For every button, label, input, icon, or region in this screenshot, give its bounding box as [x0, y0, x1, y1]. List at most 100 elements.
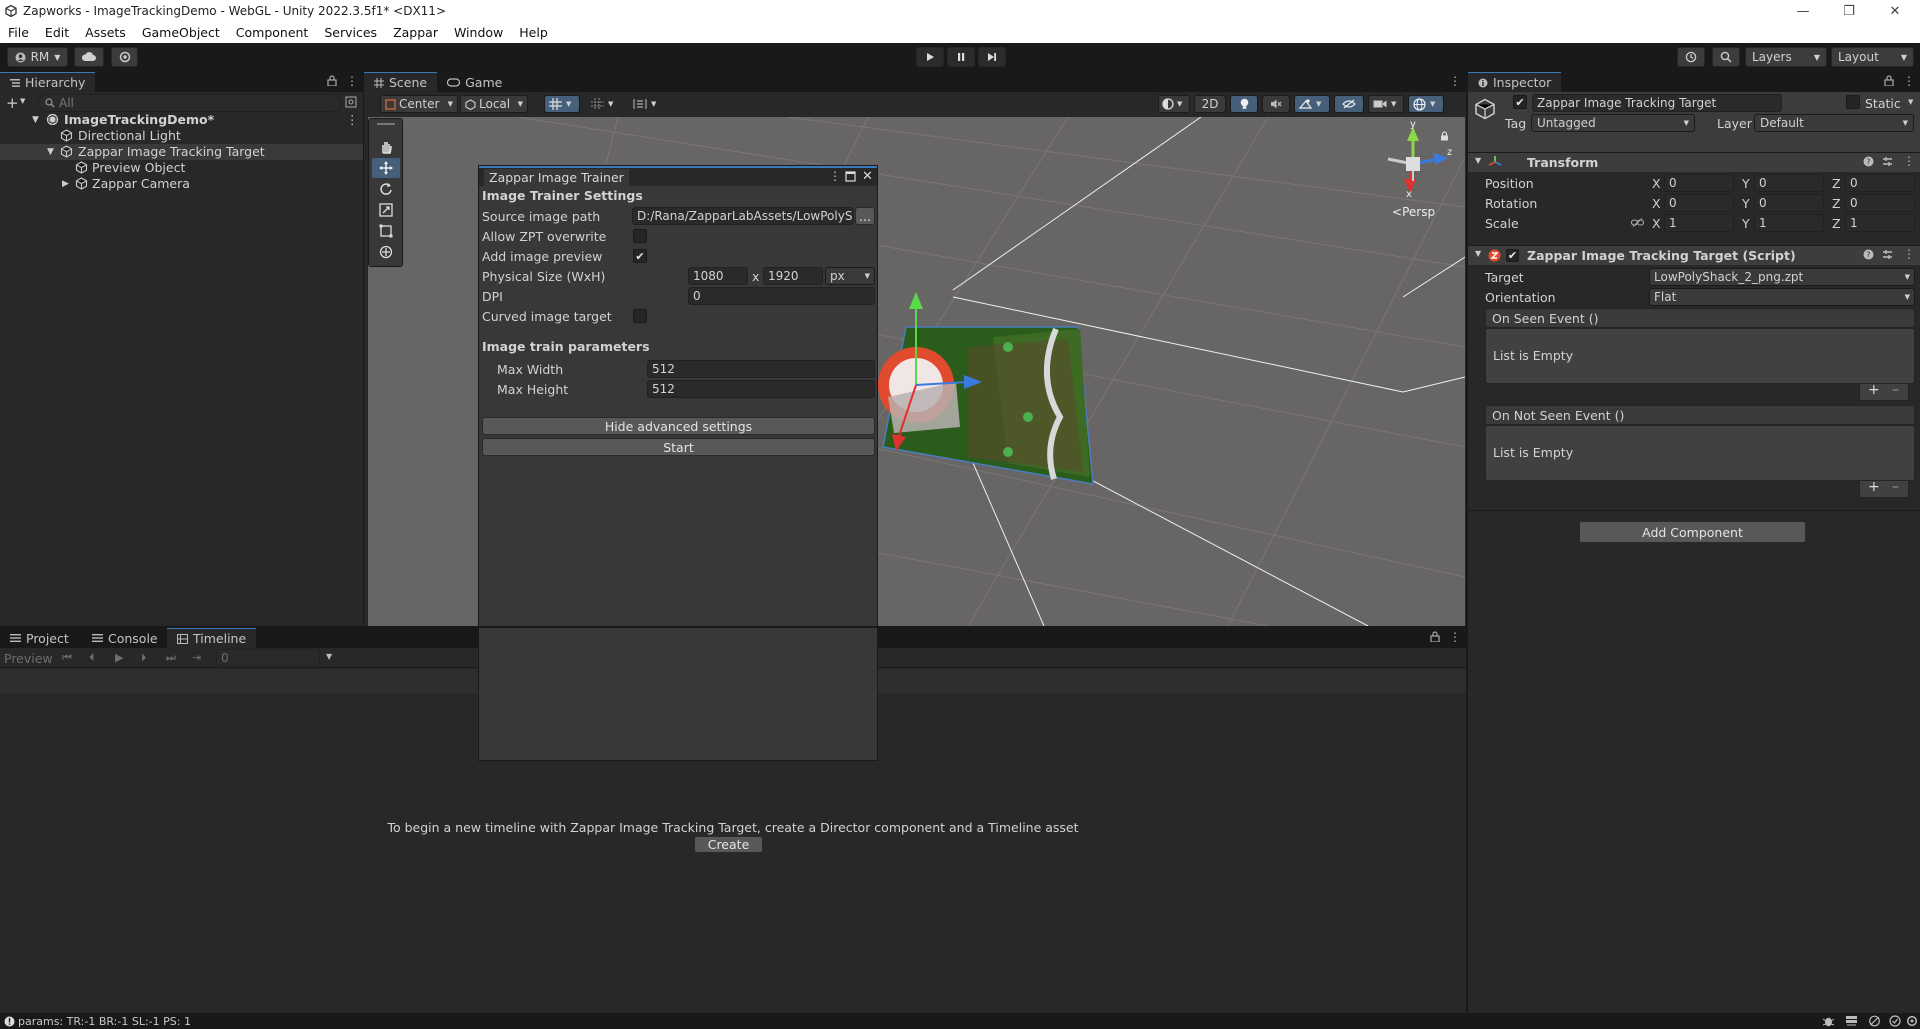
- tag-dropdown[interactable]: Untagged ▼: [1531, 114, 1695, 132]
- mode-2d-button[interactable]: 2D: [1194, 95, 1226, 113]
- panel-menu-icon[interactable]: ⋮: [1449, 630, 1461, 644]
- hierarchy-item-preview-object[interactable]: Preview Object: [0, 160, 363, 176]
- scale-tool-button[interactable]: [372, 200, 400, 220]
- align-button[interactable]: ▼: [628, 95, 666, 113]
- dpi-input[interactable]: 0: [688, 287, 875, 305]
- maximize-button[interactable]: ❐: [1826, 0, 1872, 22]
- frame-input[interactable]: 0: [216, 649, 320, 666]
- rotation-y-input[interactable]: 0: [1754, 194, 1824, 212]
- hand-tool-button[interactable]: [372, 137, 400, 157]
- position-x-input[interactable]: 0: [1664, 174, 1734, 192]
- minimize-button[interactable]: —: [1780, 0, 1826, 22]
- curved-target-checkbox[interactable]: [633, 309, 647, 323]
- rect-tool-button[interactable]: [372, 221, 400, 241]
- gizmos-button[interactable]: ▼: [1408, 95, 1444, 113]
- preset-icon[interactable]: [1882, 156, 1893, 167]
- play-icon[interactable]: ▶: [115, 651, 123, 664]
- add-listener-button[interactable]: +: [1868, 479, 1880, 495]
- next-frame-icon[interactable]: ⏵: [141, 651, 147, 665]
- height-input[interactable]: 1920: [763, 267, 823, 285]
- layer-dropdown[interactable]: Default ▼: [1754, 114, 1914, 132]
- add-listener-button[interactable]: +: [1868, 382, 1880, 398]
- chevron-down-icon[interactable]: ▼: [1475, 156, 1481, 165]
- visibility-toggle[interactable]: [1334, 95, 1364, 113]
- max-height-input[interactable]: 512: [647, 380, 875, 398]
- chevron-down-icon[interactable]: ▼: [1908, 98, 1913, 106]
- increment-snap-button[interactable]: ▼: [586, 95, 622, 113]
- range-icon[interactable]: ⇥: [192, 651, 201, 664]
- divider[interactable]: [1466, 72, 1468, 1013]
- trainer-titlebar[interactable]: Zappar Image Trainer ⋮ ✕: [479, 166, 877, 187]
- orientation-dropdown[interactable]: Flat ▼: [1649, 288, 1915, 306]
- menu-gameobject[interactable]: GameObject: [134, 25, 228, 40]
- max-width-input[interactable]: 512: [647, 360, 875, 378]
- lock-icon[interactable]: [1440, 131, 1449, 141]
- scale-x-input[interactable]: 1: [1664, 214, 1734, 232]
- lock-icon[interactable]: [1884, 75, 1894, 86]
- static-checkbox[interactable]: [1846, 95, 1860, 109]
- scale-z-input[interactable]: 1: [1845, 214, 1915, 232]
- hierarchy-item-image-tracking-target[interactable]: ▼ Zappar Image Tracking Target: [0, 144, 363, 160]
- hierarchy-item-directional-light[interactable]: Directional Light: [0, 128, 363, 144]
- target-dropdown[interactable]: LowPolyShack_2_png.zpt ▼: [1649, 268, 1915, 286]
- transform-header[interactable]: ▼ Transform ? ⋮: [1468, 152, 1920, 172]
- preset-icon[interactable]: [1882, 249, 1893, 260]
- last-frame-icon[interactable]: ⏭: [166, 651, 176, 665]
- play-button[interactable]: [916, 47, 944, 67]
- tab-timeline[interactable]: Timeline: [167, 628, 257, 648]
- search-button[interactable]: [1712, 47, 1740, 67]
- add-icon[interactable]: +: [6, 94, 19, 112]
- preview-toggle[interactable]: Preview: [4, 651, 53, 666]
- effects-toggle[interactable]: ▼: [1294, 95, 1330, 113]
- position-y-input[interactable]: 0: [1754, 174, 1824, 192]
- tab-scene[interactable]: Scene: [364, 72, 438, 92]
- position-z-input[interactable]: 0: [1845, 174, 1915, 192]
- network-icon[interactable]: [1845, 1015, 1858, 1027]
- component-menu-icon[interactable]: ⋮: [1903, 247, 1915, 261]
- window-menu-icon[interactable]: ⋮: [829, 169, 841, 183]
- start-button[interactable]: Start: [482, 438, 875, 456]
- divider[interactable]: [0, 626, 1466, 628]
- menu-file[interactable]: File: [0, 25, 37, 40]
- status-message[interactable]: params: TR:-1 BR:-1 SL:-1 PS: 1: [18, 1015, 191, 1028]
- rotation-z-input[interactable]: 0: [1845, 194, 1915, 212]
- lock-icon[interactable]: [327, 75, 337, 86]
- object-name-input[interactable]: Zappar Image Tracking Target: [1532, 94, 1782, 112]
- drag-handle[interactable]: [377, 123, 395, 125]
- add-component-button[interactable]: Add Component: [1579, 521, 1806, 543]
- help-icon[interactable]: ?: [1863, 156, 1874, 167]
- constrain-proportions-icon[interactable]: [1631, 218, 1644, 227]
- maximize-icon[interactable]: [845, 171, 856, 182]
- lighting-toggle[interactable]: [1230, 95, 1258, 113]
- chevron-down-icon[interactable]: ▼: [32, 112, 39, 128]
- step-button[interactable]: [978, 47, 1006, 67]
- grid-snap-button[interactable]: ▼: [544, 95, 580, 113]
- collab-button[interactable]: [111, 47, 138, 67]
- hierarchy-item-zappar-camera[interactable]: ▶ Zappar Camera: [0, 176, 363, 192]
- component-menu-icon[interactable]: ⋮: [1903, 154, 1915, 168]
- pivot-dropdown[interactable]: Center ▼: [380, 95, 458, 113]
- menu-component[interactable]: Component: [228, 25, 317, 40]
- menu-assets[interactable]: Assets: [77, 25, 134, 40]
- undo-history-button[interactable]: [1677, 47, 1705, 67]
- layout-dropdown[interactable]: Layout ▼: [1831, 47, 1914, 67]
- space-dropdown[interactable]: Local ▼: [460, 95, 528, 113]
- close-button[interactable]: ✕: [1872, 0, 1918, 22]
- script-enabled-checkbox[interactable]: ✔: [1506, 249, 1519, 262]
- panel-menu-icon[interactable]: ⋮: [346, 74, 358, 88]
- source-path-input[interactable]: D:/Rana/ZapparLabAssets/LowPolySh: [632, 207, 854, 225]
- menu-edit[interactable]: Edit: [37, 25, 77, 40]
- account-dropdown[interactable]: RM ▼: [7, 47, 68, 67]
- chevron-down-icon[interactable]: ▼: [326, 652, 332, 661]
- width-input[interactable]: 1080: [688, 267, 748, 285]
- remove-listener-button[interactable]: –: [1892, 479, 1899, 495]
- tab-console[interactable]: Console: [82, 628, 168, 648]
- rotate-tool-button[interactable]: [372, 179, 400, 199]
- tab-project[interactable]: Project: [0, 628, 79, 648]
- scene-menu-icon[interactable]: ⋮: [346, 112, 359, 128]
- menu-window[interactable]: Window: [446, 25, 511, 40]
- scene-row[interactable]: ▼ ImageTrackingDemo* ⋮: [0, 112, 363, 128]
- scene-search-icon[interactable]: [345, 96, 357, 108]
- tab-hierarchy[interactable]: Hierarchy: [0, 72, 96, 92]
- chevron-down-icon[interactable]: ▼: [20, 97, 25, 105]
